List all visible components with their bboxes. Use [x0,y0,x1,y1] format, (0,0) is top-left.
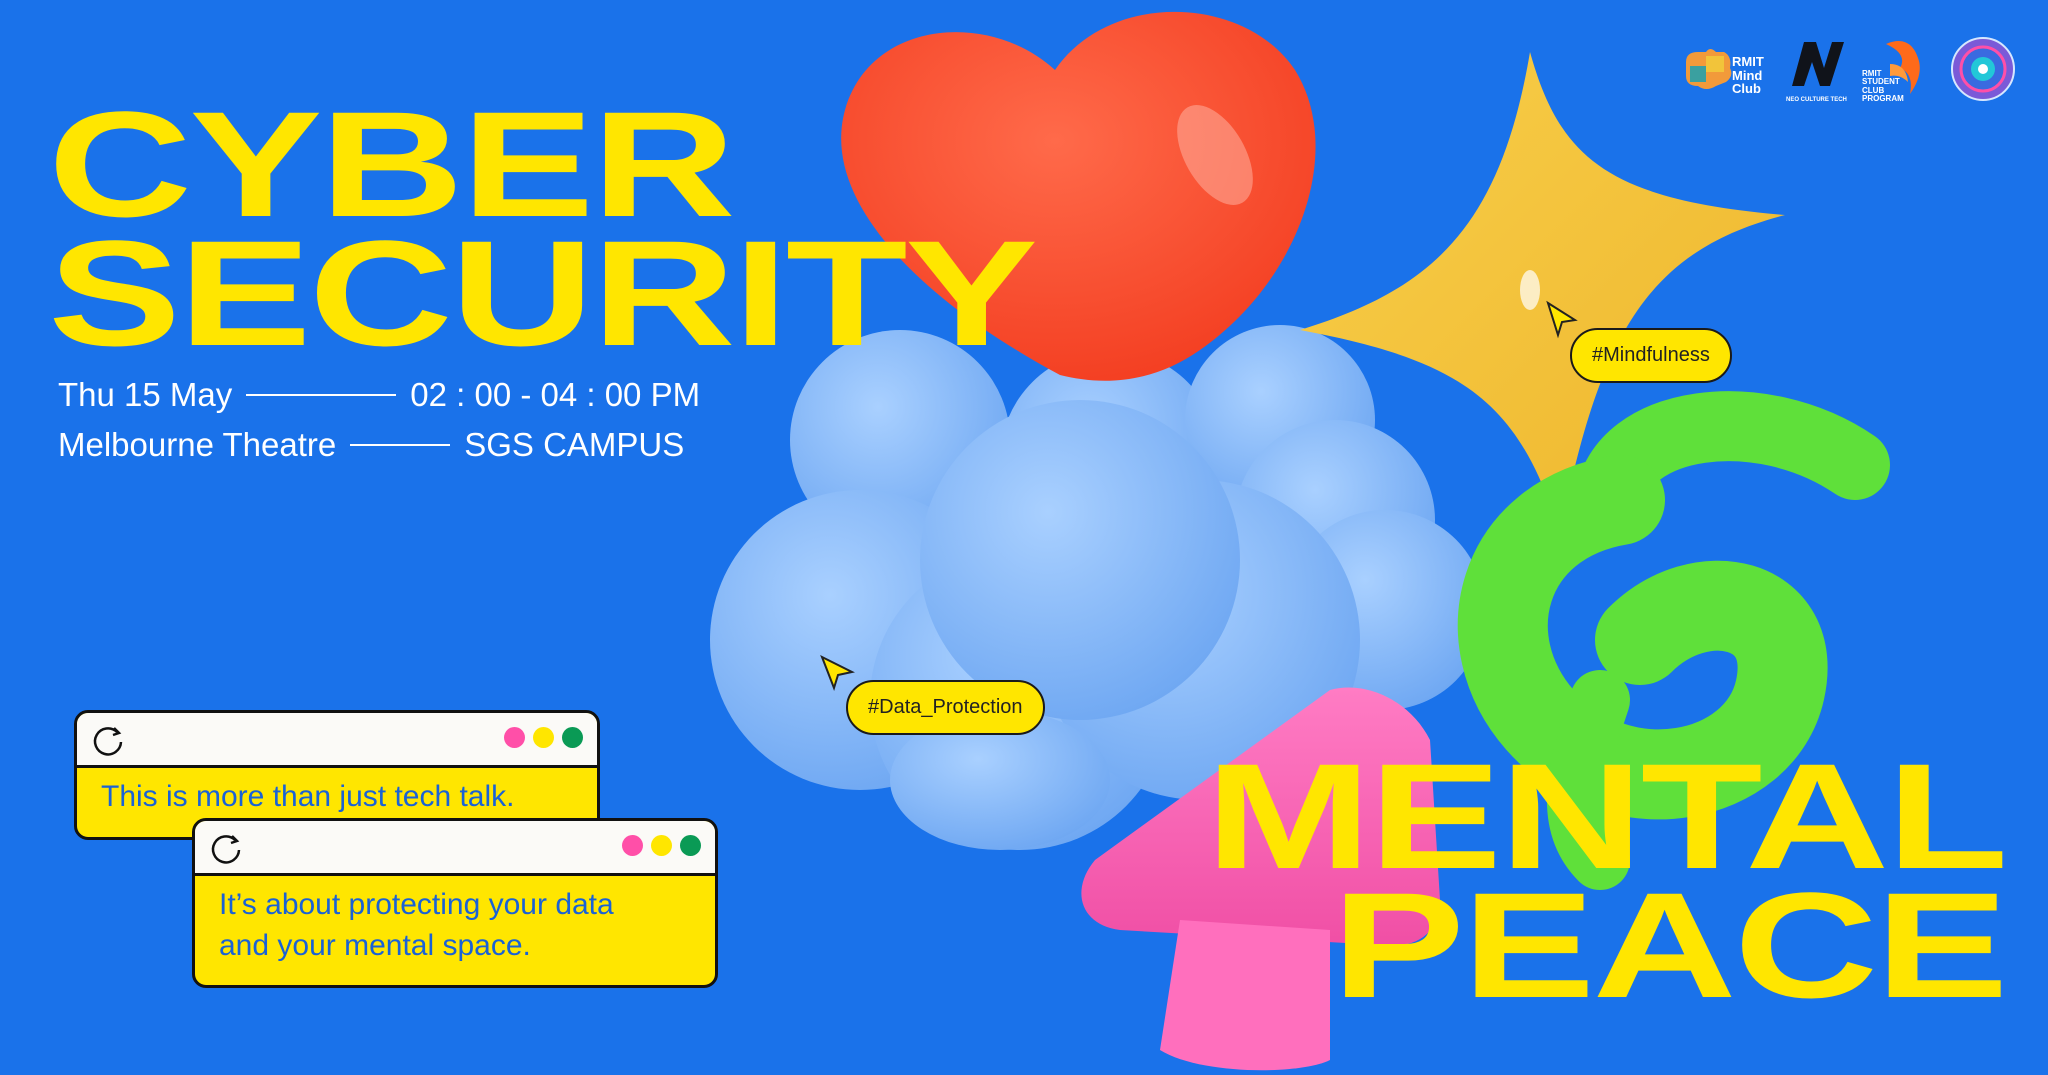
yellow-dot-icon [533,727,554,748]
title-line: PEACE [1331,861,2009,1029]
pink-dot-icon [504,727,525,748]
green-dot-icon [562,727,583,748]
window-text-line: It’s about protecting your data [219,888,614,921]
tag-mindfulness: #Mindfulness [1570,328,1732,383]
title-line: SECURITY [48,209,1038,377]
window-text: It’s about protecting your data and your… [195,876,715,981]
student-club-logo: RMIT STUDENT CLUB PROGRAM [1862,34,1920,106]
green-dot-icon [680,835,701,856]
window-controls [504,727,583,748]
refresh-icon [93,727,123,756]
event-campus: SGS CAMPUS [464,426,685,463]
neo-culture-text: NEO CULTURE TECH [1786,97,1847,103]
logo-line: Mind [1732,67,1763,83]
window-title-bar [195,821,715,876]
event-location: Melbourne Theatre SGS CAMPUS [58,426,684,464]
refresh-icon [211,835,241,864]
neo-culture-logo: NEO CULTURE TECH [1786,36,1848,106]
yellow-dot-icon [651,835,672,856]
window-title-bar [77,713,597,768]
title-mental-peace: MENTAL PEACE [1206,741,2009,1029]
message-window-2: It’s about protecting your data and your… [192,818,718,988]
tag-data-protection: #Data_Protection [846,680,1045,735]
event-date: Thu 15 May [58,376,233,413]
event-venue: Melbourne Theatre [58,426,337,463]
neo-n-icon [1792,42,1844,86]
event-time: 02 : 00 - 04 : 00 PM [410,376,701,413]
pink-dot-icon [622,835,643,856]
round-emblem-logo [1950,36,2016,102]
logo-line: RMIT [1732,54,1764,69]
emblem-icon [1951,37,2015,101]
mind-club-text: RMIT Mind Club [1732,55,1764,96]
mind-club-logo [1676,42,1736,102]
student-club-text: RMIT STUDENT CLUB PROGRAM [1862,69,1904,104]
divider [350,444,451,446]
window-text-line: and your mental space. [219,929,531,963]
logo-line: Club [1732,81,1761,97]
title-cyber-security: CYBER SECURITY [48,89,1038,377]
divider [246,394,397,396]
logo-line: PROGRAM [1862,94,1904,104]
event-date-time: Thu 15 May 02 : 00 - 04 : 00 PM [58,376,700,414]
brain-puzzle-icon [1686,49,1732,89]
window-controls [622,835,701,856]
